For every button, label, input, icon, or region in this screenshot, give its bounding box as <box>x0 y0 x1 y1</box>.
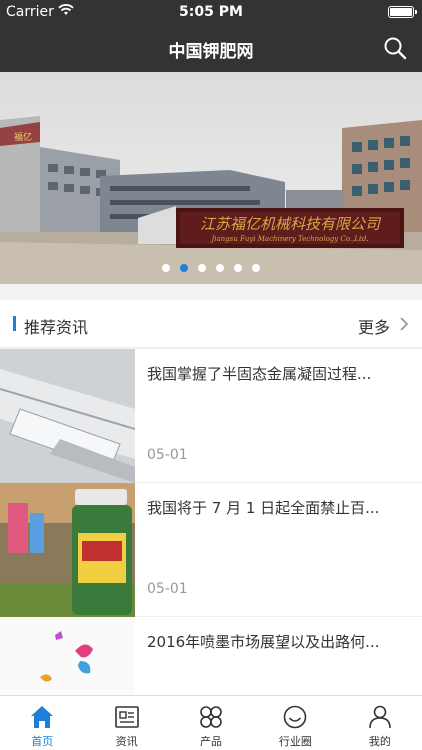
news-item[interactable]: 我国将于 7 月 1 日起全面禁止百... 05-01 <box>0 483 422 617</box>
smile-icon <box>284 705 307 729</box>
section-accent-bar <box>13 316 16 331</box>
news-thumbnail <box>0 483 135 617</box>
banner-sign-text: 江苏福亿机械科技有限公司 <box>200 215 382 233</box>
tab-products[interactable]: 产品 <box>169 696 253 750</box>
tab-label: 行业圈 <box>278 735 312 748</box>
tab-bar: 首页 资讯 产品 行业圈 我的 <box>0 695 422 750</box>
banner-left-sign-text: 福亿 <box>14 131 32 143</box>
tab-news[interactable]: 资讯 <box>84 696 168 750</box>
carousel-dot[interactable] <box>234 264 242 272</box>
battery-icon <box>388 6 417 18</box>
home-icon <box>31 706 54 728</box>
tab-label: 首页 <box>31 735 54 748</box>
banner-sign-subtext: Jiangsu Fuyi Machinery Technology Co.,Lt… <box>209 235 368 243</box>
more-link[interactable]: 更多 <box>358 314 390 338</box>
tab-label: 我的 <box>368 735 391 748</box>
news-item[interactable]: 2016年喷墨市场展望以及出路何... <box>0 617 422 695</box>
news-list: 我国掌握了半固态金属凝固过程... 05-01 我国将于 7 月 1 日起全面禁… <box>0 349 422 695</box>
chevron-right-icon[interactable] <box>398 316 410 332</box>
news-thumbnail <box>0 617 135 695</box>
search-icon[interactable] <box>382 35 408 61</box>
page-title: 中国钾肥网 <box>168 42 254 62</box>
banner-carousel[interactable]: 江苏福亿机械科技有限公司 Jiangsu Fuyi Machinery Tech… <box>0 72 422 284</box>
status-bar: Carrier 5:05 PM <box>0 0 422 24</box>
news-thumbnail <box>0 349 135 483</box>
tab-industry[interactable]: 行业圈 <box>253 696 337 750</box>
news-item[interactable]: 我国掌握了半固态金属凝固过程... 05-01 <box>0 349 422 483</box>
tab-label: 资讯 <box>115 735 138 748</box>
tab-home[interactable]: 首页 <box>0 696 84 750</box>
news-title: 2016年喷墨市场展望以及出路何... <box>147 633 380 651</box>
grid-icon <box>200 706 222 728</box>
news-icon <box>114 706 139 728</box>
carousel-dot[interactable] <box>216 264 224 272</box>
tab-label: 产品 <box>200 735 223 748</box>
carousel-dot[interactable] <box>252 264 260 272</box>
news-date: 05-01 <box>147 581 188 597</box>
news-date: 05-01 <box>147 447 188 463</box>
tab-profile[interactable]: 我的 <box>338 696 422 750</box>
carousel-dot[interactable] <box>198 264 206 272</box>
banner-image: 江苏福亿机械科技有限公司 Jiangsu Fuyi Machinery Tech… <box>0 72 422 284</box>
user-icon <box>369 705 391 729</box>
section-header: 推荐资讯 更多 <box>0 300 422 348</box>
carousel-dot[interactable] <box>162 264 170 272</box>
news-title: 我国掌握了半固态金属凝固过程... <box>147 365 372 383</box>
carousel-dot[interactable] <box>180 264 188 272</box>
navigation-bar: 中国钾肥网 <box>0 24 422 72</box>
carousel-indicator <box>0 264 422 272</box>
clock: 5:05 PM <box>179 4 243 20</box>
news-title: 我国将于 7 月 1 日起全面禁止百... <box>147 499 380 517</box>
section-title: 推荐资讯 <box>24 318 89 337</box>
